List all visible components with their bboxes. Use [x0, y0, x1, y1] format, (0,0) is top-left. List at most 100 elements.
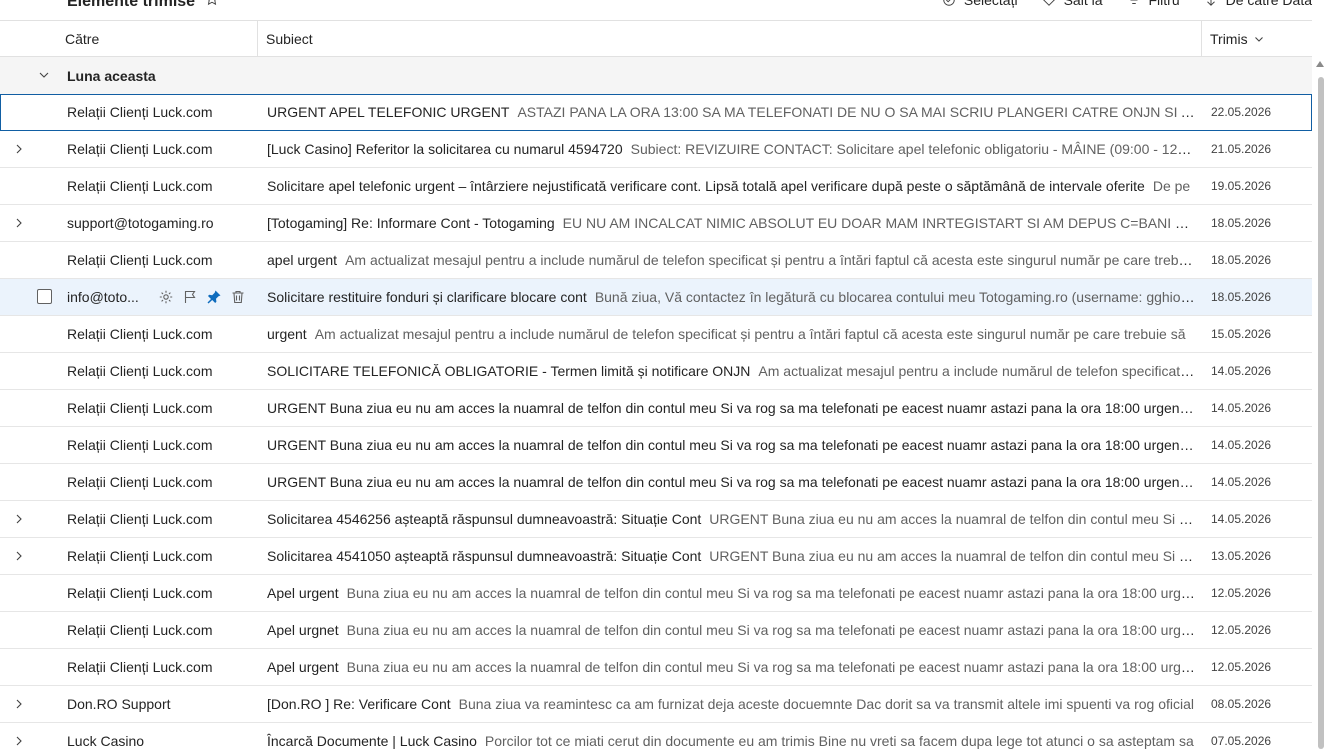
message-subject: Încarcă Documente | Luck Casino [267, 733, 477, 749]
message-preview: EU NU AM INCALCAT NIMIC ABSOLUT EU DOAR … [562, 215, 1195, 231]
quick-actions [158, 288, 246, 306]
message-preview: Buna ziua eu nu am acces la nuamral de t… [346, 659, 1195, 675]
sort-arrow-icon [1206, 0, 1215, 6]
chevron-down-icon[interactable] [38, 69, 50, 81]
flag-icon[interactable] [182, 288, 198, 306]
sort-button[interactable]: De către Data [1204, 0, 1312, 8]
message-row[interactable]: Relații Clienți Luck.com Apel urgent Buna … [0, 649, 1312, 686]
message-row[interactable]: Luck Casino Încarcă Documente | Luck Casi… [0, 723, 1312, 749]
chevron-right-icon[interactable] [13, 550, 25, 562]
message-recipient: Relații Clienți Luck.com [67, 252, 213, 268]
chevron-right-icon[interactable] [13, 698, 25, 710]
message-recipient: Relații Clienți Luck.com [67, 141, 213, 157]
message-row[interactable]: Relații Clienți Luck.com Apel urgnet Buna … [0, 612, 1312, 649]
message-date: 12.05.2026 [1211, 660, 1272, 674]
scroll-up-arrow-icon[interactable] [1316, 61, 1324, 67]
filter-button[interactable]: Filtru [1127, 0, 1180, 8]
select-icon [943, 0, 955, 6]
message-subject-line: Solicitarea 4541050 așteaptă răspunsul d… [267, 548, 1195, 564]
message-recipient: support@totogaming.ro [67, 215, 214, 231]
message-row[interactable]: info@toto... Solicitare restituire fondur… [0, 279, 1312, 316]
message-date: 18.05.2026 [1211, 290, 1272, 304]
message-preview: Am actualizat mesajul pentru a include n… [314, 326, 1186, 342]
message-date: 14.05.2026 [1211, 512, 1272, 526]
message-subject: URGENT Buna ziua eu nu am acces la nuamr… [267, 474, 1195, 490]
message-date: 14.05.2026 [1211, 475, 1272, 489]
message-preview: URGENT Buna ziua eu nu am acces la nuamr… [709, 511, 1195, 527]
message-preview: Buna ziua va reamintesc ca am furnizat d… [458, 696, 1194, 712]
message-preview: Porcilor tot ce miati cerut din document… [484, 733, 1194, 749]
column-to[interactable]: Către [65, 31, 99, 47]
message-date: 12.05.2026 [1211, 623, 1272, 637]
column-sent[interactable]: Trimis [1210, 31, 1264, 47]
settings-icon[interactable] [158, 288, 174, 306]
message-subject-line: [Luck Casino] Referitor la solicitarea c… [267, 141, 1195, 157]
chevron-right-icon[interactable] [13, 217, 25, 229]
chevron-right-icon[interactable] [13, 735, 25, 747]
message-subject-line: URGENT Buna ziua eu nu am acces la nuamr… [267, 474, 1195, 490]
message-preview: Buna ziua eu nu am acces la nuamral de t… [346, 585, 1195, 601]
message-recipient: Relații Clienți Luck.com [67, 326, 213, 342]
message-row[interactable]: Relații Clienți Luck.com URGENT Buna ziua… [0, 427, 1312, 464]
message-date: 19.05.2026 [1211, 179, 1272, 193]
column-divider[interactable] [257, 21, 258, 57]
chevron-right-icon[interactable] [13, 143, 25, 155]
message-subject: [Luck Casino] Referitor la solicitarea c… [267, 141, 623, 157]
message-list: Relații Clienți Luck.com URGENT APEL TELE… [0, 94, 1312, 749]
pin-icon[interactable] [206, 288, 222, 306]
message-subject: SOLICITARE TELEFONICĂ OBLIGATORIE - Term… [267, 363, 751, 379]
message-row[interactable]: Relații Clienți Luck.com URGENT Buna ziua… [0, 390, 1312, 427]
message-date: 08.05.2026 [1211, 697, 1272, 711]
message-subject: URGENT APEL TELEFONIC URGENT [267, 104, 510, 120]
message-recipient: Relații Clienți Luck.com [67, 474, 213, 490]
message-row[interactable]: Relații Clienți Luck.com URGENT APEL TELE… [0, 94, 1312, 131]
message-date: 12.05.2026 [1211, 586, 1272, 600]
message-subject-line: Încarcă Documente | Luck Casino Porcilor … [267, 733, 1195, 749]
message-preview: Am actualizat mesajul pentru a include n… [758, 363, 1195, 379]
message-row[interactable]: Relații Clienți Luck.com Solicitarea 4541… [0, 538, 1312, 575]
message-row[interactable]: Relații Clienți Luck.com [Luck Casino] Re… [0, 131, 1312, 168]
message-recipient: Relații Clienți Luck.com [67, 363, 213, 379]
jump-to-button[interactable]: Salt la [1042, 0, 1103, 8]
column-subject[interactable]: Subiect [266, 31, 313, 47]
message-row[interactable]: Relații Clienți Luck.com Solicitarea 4546… [0, 501, 1312, 538]
message-row[interactable]: Don.RO Support [Don.RO ] Re: Verificare C… [0, 686, 1312, 723]
message-subject-line: Solicitare restituire fonduri și clarifi… [267, 289, 1195, 305]
column-divider[interactable] [1201, 21, 1202, 57]
sent-items-mail-list: Elemente trimise Selectați Salt la Filtr… [0, 0, 1327, 749]
message-subject: URGENT Buna ziua eu nu am acces la nuamr… [267, 437, 1195, 453]
message-row[interactable]: Relații Clienți Luck.com apel urgent Am ac… [0, 242, 1312, 279]
chevron-right-icon[interactable] [13, 513, 25, 525]
message-subject: Apel urgent [267, 585, 339, 601]
select-button[interactable]: Selectați [942, 0, 1018, 8]
message-subject: [Don.RO ] Re: Verificare Cont [267, 696, 451, 712]
favorite-star-icon[interactable] [205, 0, 219, 11]
message-row[interactable]: Relații Clienți Luck.com SOLICITARE TELEF… [0, 353, 1312, 390]
row-checkbox[interactable] [37, 289, 52, 304]
list-toolbar: Elemente trimise Selectați Salt la Filtr… [0, 0, 1312, 20]
group-header-this-month[interactable]: Luna aceasta [0, 57, 1312, 94]
message-subject-line: Apel urgent Buna ziua eu nu am acces la n… [267, 585, 1195, 601]
message-recipient: Relații Clienți Luck.com [67, 585, 213, 601]
message-row[interactable]: Relații Clienți Luck.com urgent Am actuali… [0, 316, 1312, 353]
message-recipient: Relații Clienți Luck.com [67, 622, 213, 638]
message-preview: ASTAZI PANA LA ORA 13:00 SA MA TELEFONAT… [517, 104, 1195, 120]
scroll-thumb[interactable] [1318, 77, 1324, 749]
chevron-down-icon [1254, 36, 1263, 42]
message-subject: Apel urgnet [267, 622, 339, 638]
message-subject-line: URGENT Buna ziua eu nu am acces la nuamr… [267, 400, 1195, 416]
message-row[interactable]: Relații Clienți Luck.com URGENT Buna ziua… [0, 464, 1312, 501]
message-preview: Subiect: REVIZUIRE CONTACT: Solicitare a… [630, 141, 1195, 157]
message-row[interactable]: Relații Clienți Luck.com Apel urgent Buna … [0, 575, 1312, 612]
delete-icon[interactable] [230, 288, 246, 306]
toolbar-actions: Selectați Salt la Filtru De către Data [942, 0, 1312, 8]
message-row[interactable]: support@totogaming.ro [Totogaming] Re: In… [0, 205, 1312, 242]
message-recipient: Relații Clienți Luck.com [67, 437, 213, 453]
message-recipient: Relații Clienți Luck.com [67, 104, 213, 120]
message-preview: De pe [1152, 178, 1191, 194]
message-recipient: Relații Clienți Luck.com [67, 400, 213, 416]
message-subject: Solicitare apel telefonic urgent – întâr… [267, 178, 1145, 194]
message-subject: Solicitare restituire fonduri și clarifi… [267, 289, 587, 305]
message-row[interactable]: Relații Clienți Luck.com Solicitare apel … [0, 168, 1312, 205]
vertical-scrollbar[interactable] [1314, 57, 1327, 749]
